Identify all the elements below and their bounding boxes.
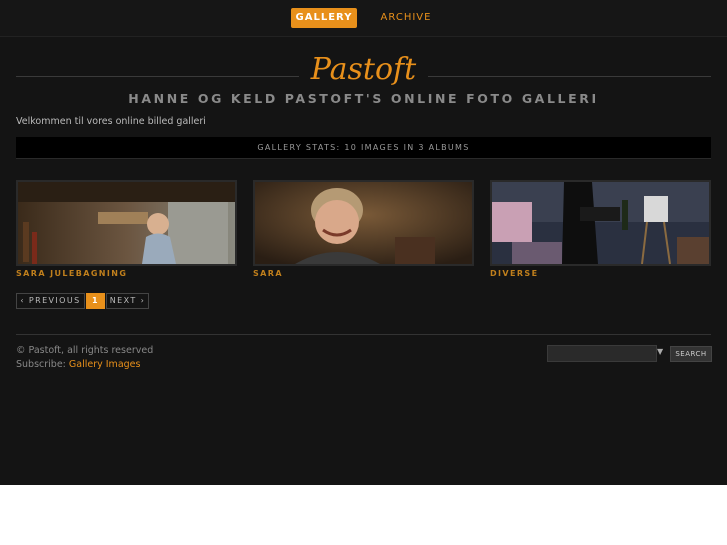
gallery-stats-bar: GALLERY STATS: 10 IMAGES IN 3 ALBUMS xyxy=(16,137,711,159)
nav-archive-link[interactable]: ARCHIVE xyxy=(376,8,436,28)
album-caption[interactable]: SARA JULEBAGNING xyxy=(16,269,237,278)
search-input[interactable] xyxy=(547,345,657,362)
site-title[interactable]: Pastoft xyxy=(16,52,711,88)
subscribe-line: Subscribe: Gallery Images xyxy=(16,359,140,370)
top-navigation: GALLERY ARCHIVE xyxy=(0,0,727,37)
album-caption[interactable]: DIVERSE xyxy=(490,269,711,278)
page: GALLERY ARCHIVE Pastoft HANNE OG KELD PA… xyxy=(0,0,727,485)
album-card[interactable]: SARA xyxy=(253,180,474,278)
subscribe-label: Subscribe: xyxy=(16,359,66,370)
next-page-button[interactable]: NEXT › xyxy=(106,293,149,309)
current-page-button[interactable]: 1 xyxy=(86,293,105,309)
welcome-text: Velkommen til vores online billed galler… xyxy=(16,116,206,127)
chevron-down-icon[interactable]: ▼ xyxy=(657,347,663,356)
subscribe-gallery-images-link[interactable]: Gallery Images xyxy=(69,359,141,370)
album-thumbnail-image xyxy=(492,182,709,264)
footer-divider xyxy=(16,334,711,335)
previous-page-button[interactable]: ‹ PREVIOUS xyxy=(16,293,85,309)
album-card[interactable]: SARA JULEBAGNING xyxy=(16,180,237,278)
album-caption[interactable]: SARA xyxy=(253,269,474,278)
album-thumbnail-image xyxy=(18,182,235,264)
album-thumbnail[interactable] xyxy=(490,180,711,266)
album-thumbnail-image xyxy=(255,182,472,264)
copyright-text: © Pastoft, all rights reserved xyxy=(16,345,154,356)
site-subtitle: HANNE OG KELD PASTOFT'S ONLINE FOTO GALL… xyxy=(128,91,599,106)
album-thumbnail[interactable] xyxy=(16,180,237,266)
search-button[interactable]: SEARCH xyxy=(670,346,712,362)
nav-gallery-button[interactable]: GALLERY xyxy=(291,8,357,28)
title-row: Pastoft xyxy=(16,52,711,90)
album-thumbnail[interactable] xyxy=(253,180,474,266)
album-card[interactable]: DIVERSE xyxy=(490,180,711,278)
